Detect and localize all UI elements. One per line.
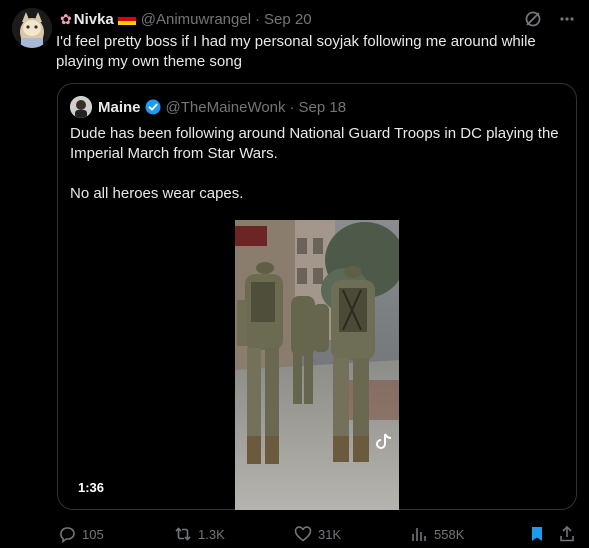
video-duration: 1:36 bbox=[78, 480, 105, 495]
video-still-image bbox=[235, 220, 399, 510]
quoted-tweet-date[interactable]: Sep 18 bbox=[299, 99, 347, 116]
author-handle[interactable]: @Animuwrangel bbox=[141, 11, 251, 28]
like-icon bbox=[294, 526, 312, 542]
views-button[interactable]: 558K bbox=[410, 523, 464, 545]
share-button[interactable] bbox=[558, 523, 576, 545]
quoted-tweet-card[interactable]: Maine @TheMaineWonk · Sep 18 Dude has be… bbox=[57, 83, 577, 510]
quoted-tweet-text-line2: No all heroes wear capes. bbox=[70, 185, 244, 202]
author-avatar[interactable] bbox=[12, 8, 52, 48]
repost-icon bbox=[175, 527, 191, 541]
quoted-author-handle[interactable]: @TheMaineWonk bbox=[166, 99, 286, 116]
more-icon[interactable] bbox=[557, 9, 577, 29]
tweet-action-bar: 105 1.3K 31K 558K bbox=[58, 523, 578, 545]
video-thumbnail[interactable] bbox=[235, 220, 399, 510]
avatar-image bbox=[12, 8, 52, 48]
like-button[interactable]: 31K bbox=[294, 523, 341, 545]
quoted-author-avatar[interactable] bbox=[70, 96, 92, 118]
tweet-header: ✿ Nivka @Animuwrangel · Sep 20 bbox=[60, 9, 577, 29]
like-count: 31K bbox=[318, 526, 342, 542]
views-icon bbox=[412, 528, 426, 541]
quoted-tweet-text: Dude has been following around National … bbox=[70, 124, 560, 204]
author-display-name: Nivka bbox=[73, 10, 114, 28]
repost-button[interactable]: 1.3K bbox=[174, 523, 225, 545]
separator-dot: · bbox=[255, 10, 261, 28]
quoted-author-name[interactable]: Maine bbox=[98, 99, 141, 116]
quoted-avatar-image bbox=[70, 96, 92, 118]
verified-badge-icon bbox=[145, 99, 161, 115]
tweet-date[interactable]: Sep 20 bbox=[264, 11, 312, 28]
flower-emoji-icon: ✿ bbox=[60, 10, 72, 27]
reply-button[interactable]: 105 bbox=[58, 523, 104, 545]
bookmark-icon bbox=[532, 527, 542, 541]
views-count: 558K bbox=[434, 526, 465, 542]
quoted-separator-dot: · bbox=[289, 98, 295, 116]
bookmark-button[interactable] bbox=[528, 523, 546, 545]
share-icon bbox=[560, 525, 574, 542]
repost-count: 1.3K bbox=[198, 526, 225, 542]
quoted-tweet-header: Maine @TheMaineWonk · Sep 18 bbox=[70, 96, 346, 118]
germany-flag-icon bbox=[117, 13, 136, 25]
reply-count: 105 bbox=[82, 526, 104, 542]
reply-icon bbox=[60, 527, 75, 543]
author-name[interactable]: ✿ Nivka bbox=[60, 11, 136, 28]
quoted-tweet-text-line1: Dude has been following around National … bbox=[70, 125, 559, 162]
grok-icon[interactable] bbox=[523, 9, 543, 29]
tweet-text: I'd feel pretty boss if I had my persona… bbox=[56, 33, 536, 70]
